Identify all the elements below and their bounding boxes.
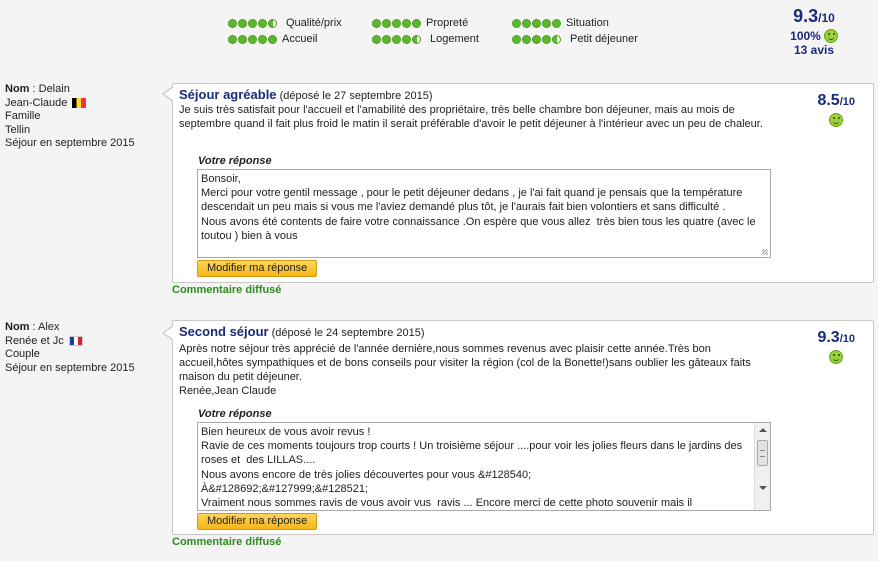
rating-dots-icon <box>512 18 562 28</box>
review-title: Séjour agréable <box>179 87 277 102</box>
response-text: Bien heureux de vous avoir revus ! Ravie… <box>201 426 743 510</box>
criterion-label: Logement <box>430 33 479 45</box>
criterion-cleanliness: Propreté <box>372 16 468 30</box>
edit-response-button[interactable]: Modifier ma réponse <box>197 513 318 530</box>
smiley-icon <box>829 350 844 364</box>
reviewer-firstname: Renée et Jc <box>5 334 64 347</box>
review-header: Séjour agréable (déposé le 27 septembre … <box>179 87 432 102</box>
scroll-up-icon[interactable] <box>759 428 767 432</box>
review-count: 13 avis <box>793 43 835 57</box>
response-textarea[interactable]: Bonsoir, Merci pour votre gentil message… <box>197 169 771 258</box>
criterion-label: Propreté <box>426 17 469 29</box>
review-score-denominator: /10 <box>839 96 855 108</box>
review-signature: Renée,Jean Claude <box>179 385 277 397</box>
review-status: Commentaire diffusé <box>172 536 282 548</box>
response-label: Votre réponse <box>198 155 272 167</box>
stay-date: Séjour en septembre 2015 <box>5 361 135 374</box>
criterion-label: Accueil <box>282 33 318 45</box>
speech-arrow-icon <box>162 86 174 102</box>
criterion-breakfast: Petit déjeuner <box>512 32 638 46</box>
scroll-down-icon[interactable] <box>759 486 767 490</box>
criterion-location: Situation <box>512 16 609 30</box>
overall-score: 9.3/10 100% 13 avis <box>768 6 860 57</box>
rating-summary: Qualité/prix Accueil Propreté Logement S… <box>0 0 878 66</box>
review-score-value: 8.5 <box>817 92 840 109</box>
review-posted-date: (déposé le 24 septembre 2015) <box>268 327 425 339</box>
rating-dots-icon <box>372 18 422 28</box>
reviewer-name: : Delain <box>29 83 70 95</box>
criterion-welcome: Accueil <box>228 32 317 46</box>
name-label: Nom <box>5 83 30 95</box>
response-scrollbar[interactable] <box>754 423 770 510</box>
review-card: Second séjour (déposé le 24 septembre 20… <box>162 320 874 535</box>
reviewer-city: Tellin <box>5 123 31 136</box>
criterion-lodging: Logement <box>372 32 479 46</box>
review-score: 9.3/10 <box>817 329 855 364</box>
france-flag-icon <box>68 335 83 346</box>
stay-date: Séjour en septembre 2015 <box>5 137 135 149</box>
review-card: Séjour agréable (déposé le 27 septembre … <box>162 83 874 283</box>
review-score-value: 9.3 <box>817 329 840 346</box>
overall-score-denominator: /10 <box>818 11 835 25</box>
review-posted-date: (déposé le 27 septembre 2015) <box>276 90 433 102</box>
criterion-quality-price: Qualité/prix <box>228 16 342 30</box>
reviewer-firstname: Jean-Claude <box>5 96 68 109</box>
smiley-icon <box>823 29 838 43</box>
name-label: Nom <box>5 321 30 333</box>
rating-dots-icon <box>228 34 278 44</box>
reviewer-group: Couple <box>5 348 40 360</box>
reviewer-info: Nom : Delain Jean-Claude Famille Tellin … <box>5 83 135 151</box>
criterion-label: Situation <box>566 17 609 29</box>
reviewer-info: Nom : Alex Renée et Jc Couple Séjour en … <box>5 321 135 375</box>
review-status: Commentaire diffusé <box>172 284 282 296</box>
overall-score-value: 9.3 <box>793 6 819 26</box>
speech-arrow-icon <box>162 325 174 341</box>
rating-dots-icon <box>372 34 422 44</box>
response-label: Votre réponse <box>198 408 272 420</box>
reviewer-group: Famille <box>5 110 41 122</box>
review-text: Après notre séjour très apprécié de l'an… <box>179 343 751 383</box>
review-text: Je suis très satisfait pour l'accueil et… <box>179 104 763 130</box>
resize-grip-icon[interactable] <box>762 249 768 255</box>
review-score: 8.5/10 <box>817 92 855 127</box>
recommend-percent: 100% <box>790 29 821 43</box>
reviewer-name: : Alex <box>29 321 60 333</box>
rating-dots-icon <box>228 18 278 28</box>
edit-response-button[interactable]: Modifier ma réponse <box>197 260 318 277</box>
criterion-label: Petit déjeuner <box>570 33 638 45</box>
rating-dots-icon <box>512 34 562 44</box>
review-title: Second séjour <box>179 324 269 339</box>
scroll-thumb[interactable] <box>757 440 768 466</box>
response-text: Bonsoir, Merci pour votre gentil message… <box>201 173 756 242</box>
criterion-label: Qualité/prix <box>286 17 342 29</box>
review-score-denominator: /10 <box>839 333 855 345</box>
belgium-flag-icon <box>72 97 87 108</box>
smiley-icon <box>829 113 844 127</box>
review-header: Second séjour (déposé le 24 septembre 20… <box>179 324 425 339</box>
response-textarea[interactable]: Bien heureux de vous avoir revus ! Ravie… <box>197 422 771 511</box>
